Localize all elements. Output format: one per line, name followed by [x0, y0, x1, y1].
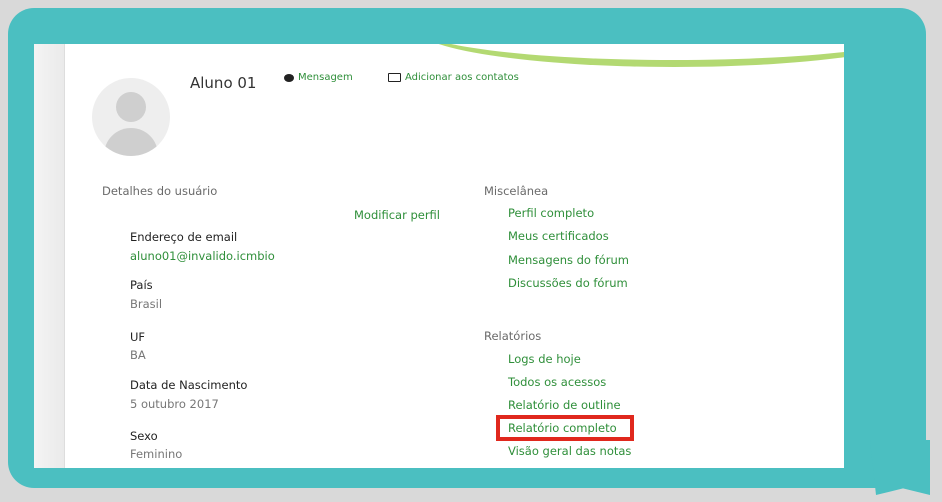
- email-label: Endereço de email: [130, 230, 238, 244]
- profile-screenshot: Aluno 01 Mensagem Adicionar aos contatos…: [34, 44, 844, 468]
- speech-bubble-tail: [870, 440, 930, 495]
- user-name: Aluno 01: [190, 74, 257, 92]
- misc-title: Miscelânea: [484, 184, 549, 198]
- email-value[interactable]: aluno01@invalido.icmbio: [130, 249, 275, 263]
- avatar[interactable]: [92, 78, 170, 156]
- my-certificates-link[interactable]: Meus certificados: [508, 229, 609, 243]
- chat-bubble-icon: [284, 73, 294, 82]
- add-contacts-link[interactable]: Adicionar aos contatos: [388, 72, 519, 83]
- forum-posts-link[interactable]: Mensagens do fórum: [508, 253, 629, 267]
- add-contacts-link-label: Adicionar aos contatos: [405, 72, 519, 83]
- avatar-body-shape: [104, 128, 158, 156]
- todays-logs-link[interactable]: Logs de hoje: [508, 352, 581, 366]
- forum-discussions-link[interactable]: Discussões do fórum: [508, 276, 628, 290]
- country-value: Brasil: [130, 297, 163, 311]
- grades-overview-link[interactable]: Visão geral das notas: [508, 444, 631, 458]
- state-value: BA: [130, 348, 146, 362]
- birthdate-value: 5 outubro 2017: [130, 397, 219, 411]
- avatar-head-shape: [116, 92, 146, 122]
- state-label: UF: [130, 330, 146, 344]
- complete-report-highlight-box: [496, 415, 634, 441]
- left-sidebar-strip: [34, 44, 65, 468]
- gender-label: Sexo: [130, 429, 158, 443]
- message-link-label: Mensagem: [298, 72, 353, 83]
- all-logs-link[interactable]: Todos os acessos: [508, 375, 606, 389]
- decorative-header-curve: [414, 44, 844, 67]
- contact-card-icon: [388, 73, 401, 82]
- reports-title: Relatórios: [484, 329, 542, 343]
- full-profile-link[interactable]: Perfil completo: [508, 206, 594, 220]
- user-details-title: Detalhes do usuário: [102, 184, 218, 198]
- country-label: País: [130, 278, 153, 292]
- gender-value: Feminino: [130, 447, 183, 461]
- birthdate-label: Data de Nascimento: [130, 378, 248, 392]
- edit-profile-link[interactable]: Modificar perfil: [354, 208, 440, 222]
- outline-report-link[interactable]: Relatório de outline: [508, 398, 621, 412]
- message-link[interactable]: Mensagem: [284, 72, 353, 83]
